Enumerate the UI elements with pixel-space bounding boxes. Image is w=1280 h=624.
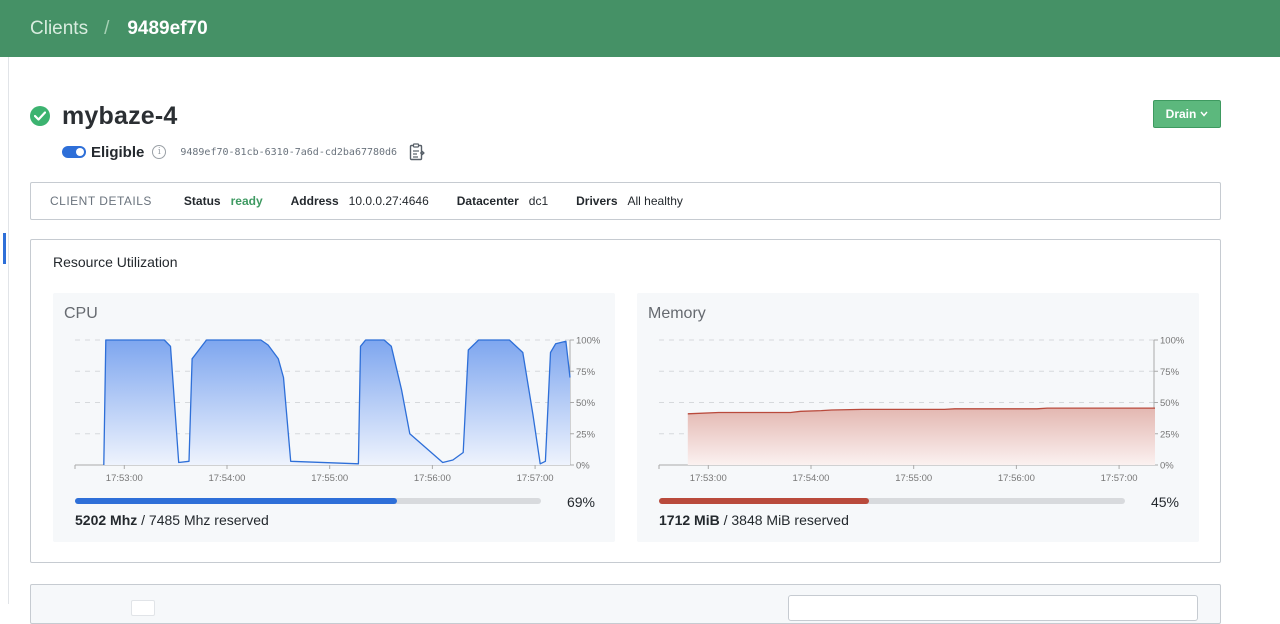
cpu-chart-x-tick-label: 17:56:00 bbox=[414, 473, 451, 483]
top-header-bar: Clients / 9489ef70 bbox=[0, 0, 1280, 57]
node-id: 9489ef70-81cb-6310-7a6d-cd2ba67780d6 bbox=[180, 146, 398, 158]
copy-clipboard-icon[interactable] bbox=[409, 143, 425, 161]
memory-panel: 100% 75% 50% 25% 0% 17:53:00 17:54:00 17:55:00 1… bbox=[637, 293, 1199, 542]
status-value: ready bbox=[230, 194, 263, 208]
drivers-value: All healthy bbox=[627, 194, 683, 208]
drain-button[interactable]: Drain bbox=[1153, 100, 1221, 128]
memory-chart-x-tick-label: 17:56:00 bbox=[998, 473, 1035, 483]
memory-chart-y-tick-label: 75% bbox=[1160, 367, 1180, 378]
cpu-title: CPU bbox=[64, 305, 98, 322]
datacenter-label: Datacenter bbox=[456, 194, 519, 208]
memory-title: Memory bbox=[648, 305, 706, 322]
info-icon[interactable]: i bbox=[152, 145, 167, 159]
cpu-chart-y-tick-label: 100% bbox=[576, 336, 601, 347]
memory-usage-caption: 1712 MiB / 3848 MiB reserved bbox=[659, 512, 849, 528]
allocations-search-input[interactable] bbox=[788, 595, 1198, 621]
cpu-chart-x-tick-label: 17:55:00 bbox=[311, 473, 348, 483]
memory-chart-series-area bbox=[687, 408, 1155, 465]
sidebar-active-indicator bbox=[3, 233, 6, 264]
memory-chart-x-tick-label: 17:53:00 bbox=[690, 473, 727, 483]
memory-chart-y-tick-label: 0% bbox=[1160, 461, 1174, 472]
eligibility-label: Eligible bbox=[91, 143, 145, 161]
client-details-heading: CLIENT DETAILS bbox=[50, 194, 152, 208]
client-details-bar: CLIENT DETAILS Status ready Address 10.0… bbox=[30, 182, 1221, 220]
memory-chart-x-tick-label: 17:57:00 bbox=[1101, 473, 1138, 483]
allocations-panel bbox=[30, 584, 1221, 624]
datacenter-value: dc1 bbox=[528, 194, 549, 208]
left-sidebar-rail bbox=[0, 57, 9, 604]
cpu-chart-x-tick-label: 17:53:00 bbox=[106, 473, 143, 483]
memory-chart-y-tick-label: 50% bbox=[1160, 398, 1180, 409]
resource-utilization-title: Resource Utilization bbox=[53, 254, 178, 270]
resource-utilization-panel: Resource Utilization 100% 75% 50% 25% 0% 17:5… bbox=[30, 239, 1221, 563]
memory-chart-x-tick-label: 17:54:00 bbox=[792, 473, 829, 483]
drain-button-label: Drain bbox=[1165, 107, 1197, 121]
memory-chart-y-tick-label: 100% bbox=[1160, 336, 1185, 347]
cpu-chart: 100% 75% 50% 25% 0% 17:53:00 17:54:00 17:55:00 1… bbox=[74, 336, 601, 483]
cpu-chart-x-tick-label: 17:54:00 bbox=[208, 473, 245, 483]
address-value: 10.0.0.27:4646 bbox=[348, 194, 429, 208]
breadcrumb-separator: / bbox=[104, 17, 110, 39]
cpu-percent: 69% bbox=[566, 494, 595, 510]
cpu-used: 5202 Mhz bbox=[75, 512, 138, 528]
cpu-chart-x-tick-label: 17:57:00 bbox=[517, 473, 554, 483]
address-label: Address bbox=[290, 194, 339, 208]
cpu-usage-bar-fill bbox=[75, 498, 397, 504]
eligibility-row: Eligible i 9489ef70-81cb-6310-7a6d-cd2ba… bbox=[62, 141, 425, 163]
memory-chart-x-tick-label: 17:55:00 bbox=[895, 473, 932, 483]
breadcrumb-current: 9489ef70 bbox=[127, 17, 208, 39]
page-title: mybaze-4 bbox=[62, 101, 178, 130]
cpu-usage-caption: 5202 Mhz / 7485 Mhz reserved bbox=[75, 512, 269, 528]
memory-used: 1712 MiB bbox=[659, 512, 720, 528]
memory-chart-y-tick-label: 25% bbox=[1160, 429, 1180, 440]
memory-chart: 100% 75% 50% 25% 0% 17:53:00 17:54:00 17:55:00 1… bbox=[658, 336, 1185, 483]
memory-reserved: / 3848 MiB reserved bbox=[723, 512, 849, 528]
memory-percent: 45% bbox=[1150, 494, 1179, 510]
cpu-reserved: / 7485 Mhz reserved bbox=[141, 512, 269, 528]
cpu-chart-y-tick-label: 0% bbox=[576, 461, 590, 472]
cpu-chart-y-tick-label: 50% bbox=[576, 398, 596, 409]
memory-usage-bar-fill bbox=[659, 498, 869, 504]
cpu-chart-y-tick-label: 75% bbox=[576, 367, 596, 378]
cpu-panel: 100% 75% 50% 25% 0% 17:53:00 17:54:00 17:55:00 1… bbox=[53, 293, 615, 542]
drivers-label: Drivers bbox=[576, 194, 618, 208]
chevron-down-icon bbox=[1200, 111, 1208, 117]
breadcrumb-clients-link[interactable]: Clients bbox=[30, 18, 88, 40]
allocations-count-badge bbox=[131, 600, 155, 616]
page-title-row: mybaze-4 bbox=[30, 100, 178, 132]
check-circle-icon bbox=[30, 106, 50, 126]
eligibility-toggle[interactable] bbox=[62, 146, 86, 158]
cpu-usage-bar bbox=[75, 498, 541, 504]
status-label: Status bbox=[183, 194, 221, 208]
memory-usage-bar bbox=[659, 498, 1125, 504]
cpu-chart-y-tick-label: 25% bbox=[576, 429, 596, 440]
